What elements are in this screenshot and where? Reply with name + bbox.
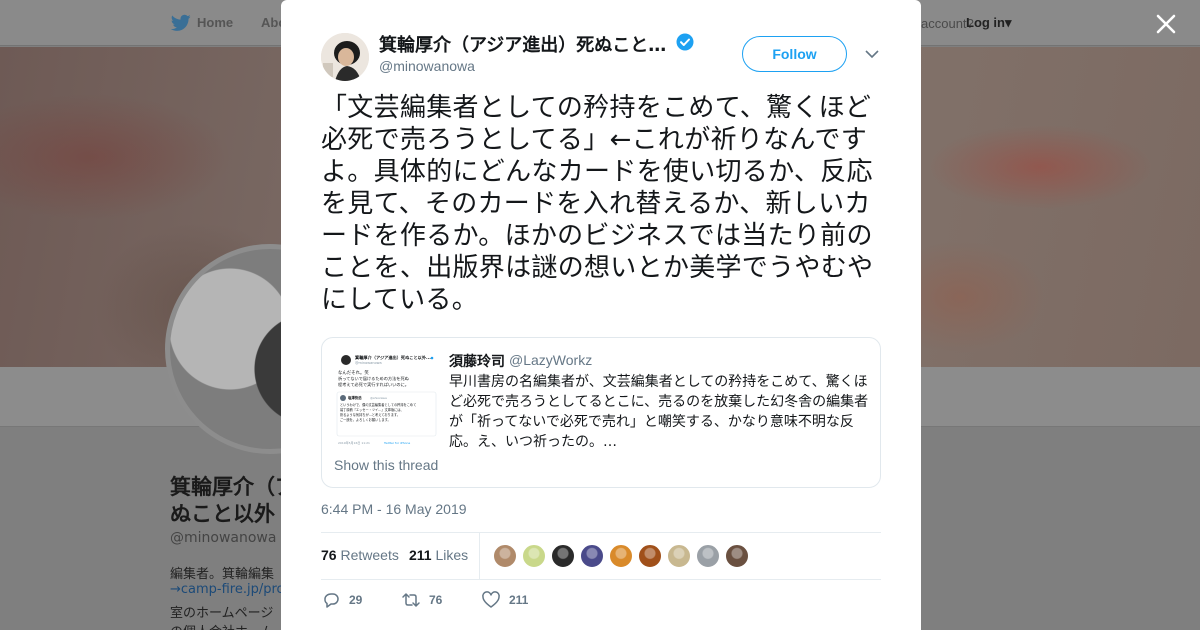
- profile-bio-line: 編集者。箕輪編集: [170, 567, 275, 582]
- author-avatar[interactable]: [321, 33, 369, 81]
- quoted-tweet-text: 早川書房の名編集者が、文芸編集者としての矜持をこめて、驚くほど必死で売ろうとして…: [449, 374, 869, 450]
- verified-badge-icon: [676, 33, 694, 51]
- likes-stat[interactable]: 211 Likes: [409, 547, 468, 563]
- profile-handle: @minowanowa: [170, 530, 277, 546]
- tweet-timestamp[interactable]: 6:44 PM - 16 May 2019: [321, 501, 467, 517]
- follow-button[interactable]: Follow: [742, 36, 847, 72]
- retweet-count: 76: [429, 593, 443, 607]
- liker-avatar[interactable]: [667, 544, 691, 568]
- thumb-quoted-handle: @shiozawa: [370, 396, 387, 400]
- author-name[interactable]: 箕輪厚介（アジア進出）死ぬこと…: [379, 31, 669, 57]
- liker-avatar[interactable]: [551, 544, 575, 568]
- tweet-modal: 箕輪厚介（アジア進出）死ぬこと… @minowanowa Follow 「文芸編…: [281, 0, 921, 630]
- close-icon[interactable]: [1155, 13, 1177, 35]
- svg-text:祈るような気持ちが…と考えております。: 祈るような気持ちが…と考えております。: [340, 412, 400, 417]
- reply-count: 29: [349, 593, 363, 607]
- profile-name-line2: ぬこと以外: [170, 502, 275, 526]
- svg-text:装丁原稿『エッセー・ツイ…』文庫版には、: 装丁原稿『エッセー・ツイ…』文庫版には、: [340, 407, 404, 412]
- likes-count: 211: [409, 547, 432, 563]
- twitter-bird-icon[interactable]: [171, 14, 191, 32]
- likes-label: Likes: [435, 547, 469, 563]
- retweet-icon: [402, 593, 420, 607]
- tweet-actions: 29 76 211: [321, 590, 621, 612]
- tweet-text: 「文芸編集者としての矜持をこめて、驚くほど必死で売ろうとしてる」←これが祈りなん…: [321, 93, 874, 315]
- liker-avatar[interactable]: [580, 544, 604, 568]
- liker-avatar[interactable]: [638, 544, 662, 568]
- author-avatar-image: [321, 33, 369, 81]
- profile-bio-line: の個人会社ホーム: [170, 621, 285, 630]
- thumb-via: Twitter for iPhone: [383, 441, 410, 445]
- like-button[interactable]: 211: [481, 590, 528, 610]
- liker-avatar[interactable]: [609, 544, 633, 568]
- nav-home-link[interactable]: Home: [197, 15, 233, 30]
- thumb-date: 2019年5月16日 11:21: [338, 440, 370, 445]
- retweets-label: Retweets: [340, 547, 399, 563]
- profile-name-line1: 箕輪厚介（ア: [170, 475, 290, 499]
- reply-button[interactable]: 29: [321, 590, 362, 610]
- liker-avatar[interactable]: [696, 544, 720, 568]
- quoted-author-handle: @LazyWorkz: [509, 352, 593, 368]
- thumb-body-line: 祈ってないで届けるための方法を死ぬ: [338, 375, 410, 382]
- profile-bio-line: 室のホームページ: [170, 606, 274, 621]
- login-link[interactable]: Log in▾: [966, 15, 1012, 31]
- profile-bio-link[interactable]: →camp-fire.jp/pro: [170, 582, 285, 597]
- chevron-down-icon: ▾: [1005, 15, 1012, 30]
- liker-avatar[interactable]: [725, 544, 749, 568]
- chevron-down-icon[interactable]: [864, 47, 880, 61]
- author-handle[interactable]: @minowanowa: [379, 58, 475, 74]
- quoted-author-name: 須藤玲司: [449, 354, 505, 370]
- screenshot-thumbnail-image: 箕輪厚介（アジア進出）死ぬこと以外... @minowanowa なんだそれ。笑…: [334, 350, 439, 450]
- svg-text:というわけで、僕の文芸編集者としての矜持をこめて: というわけで、僕の文芸編集者としての矜持をこめて: [340, 402, 416, 407]
- liker-avatar[interactable]: [522, 544, 546, 568]
- retweets-count: 76: [321, 547, 337, 563]
- thumb-body-line: 程考えて必死で実行すればいいのに。: [338, 381, 409, 388]
- quoted-tweet-card[interactable]: 箕輪厚介（アジア進出）死ぬこと以外... @minowanowa なんだそれ。笑…: [321, 337, 881, 488]
- divider: [479, 533, 480, 579]
- retweets-stat[interactable]: 76 Retweets: [321, 547, 399, 563]
- like-count: 211: [509, 593, 529, 607]
- quoted-tweet-thumbnail: 箕輪厚介（アジア進出）死ぬこと以外... @minowanowa なんだそれ。笑…: [334, 350, 439, 450]
- thumb-author-handle: @minowanowa: [355, 361, 382, 365]
- thumb-author-name: 箕輪厚介（アジア進出）死ぬこと以外...: [355, 354, 431, 361]
- reply-icon: [324, 593, 339, 608]
- retweet-button[interactable]: 76: [401, 590, 442, 610]
- thumb-body-line: なんだそれ。笑: [338, 369, 369, 376]
- tweet-stats: 76 Retweets 211 Likes: [321, 533, 881, 579]
- login-label: Log in: [966, 15, 1005, 30]
- liker-avatar[interactable]: [493, 544, 517, 568]
- show-thread-link[interactable]: Show this thread: [334, 457, 438, 473]
- svg-text:ご一読を。よろしくお願いします。: ご一読を。よろしくお願いします。: [340, 417, 391, 422]
- divider: [321, 579, 881, 580]
- heart-icon: [482, 591, 500, 608]
- thumb-quoted-name: 塩澤快浩: [348, 395, 362, 400]
- liker-avatars: [493, 544, 749, 568]
